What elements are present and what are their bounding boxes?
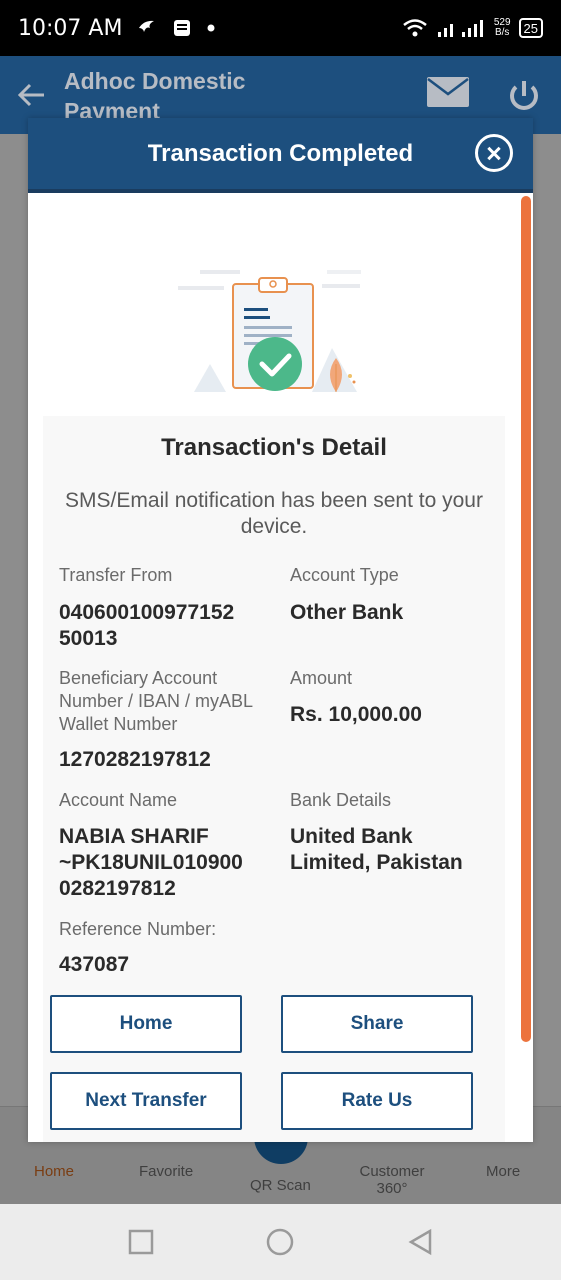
transfer-from-value: 040600100977152 50013 <box>59 601 235 650</box>
bank-details-label: Bank Details <box>290 790 392 810</box>
card-title: Transaction's Detail <box>161 434 387 461</box>
app-notification-icon <box>139 20 155 32</box>
transaction-detail-card: Transaction's Detail SMS/Email notificat… <box>43 416 505 1142</box>
home-circle-icon[interactable] <box>266 1228 294 1256</box>
nav-qr-scan[interactable]: QR Scan <box>250 1177 311 1194</box>
notification-message: SMS/Email notification has been sent to … <box>65 489 483 538</box>
reference-number-label: Reference Number: <box>59 919 217 939</box>
account-type-label: Account Type <box>290 565 399 585</box>
account-type-value: Other Bank <box>290 601 404 624</box>
rate-us-button[interactable]: Rate Us <box>281 1072 473 1130</box>
close-icon[interactable] <box>475 134 513 172</box>
amount-label: Amount <box>290 668 353 688</box>
network-speed: 529 B/s <box>493 17 511 38</box>
transaction-success-illustration <box>178 270 361 392</box>
account-name-value: NABIA SHARIF ~PK18UNIL010900 0282197812 <box>59 825 243 900</box>
back-arrow-icon[interactable] <box>14 78 48 112</box>
home-button[interactable]: Home <box>50 995 242 1053</box>
transaction-completed-dialog: Transaction Completed Transaction's Deta… <box>28 118 533 1142</box>
scrollbar[interactable] <box>521 196 531 1042</box>
power-icon[interactable] <box>506 78 542 114</box>
status-bar: 10:07 AM 529 B/s 25 <box>0 0 561 56</box>
bank-details-value: United Bank Limited, Pakistan <box>290 825 463 874</box>
nav-customer-360[interactable]: Customer 360° <box>356 1163 428 1197</box>
reference-number-value: 437087 <box>59 953 130 976</box>
dialog-header: Transaction Completed <box>28 118 533 193</box>
beneficiary-label: Beneficiary Account Number / IBAN / myAB… <box>59 668 253 734</box>
recent-apps-icon[interactable] <box>127 1228 155 1256</box>
message-notification-icon <box>174 20 191 36</box>
nav-more[interactable]: More <box>486 1163 520 1180</box>
dot-icon <box>207 24 215 32</box>
back-triangle-icon[interactable] <box>406 1228 434 1256</box>
status-time: 10:07 AM <box>18 15 123 41</box>
transfer-from-label: Transfer From <box>59 565 173 585</box>
system-navigation-bar <box>0 1204 561 1280</box>
nav-favorite[interactable]: Favorite <box>139 1163 193 1180</box>
mail-icon[interactable] <box>426 76 470 108</box>
amount-value: Rs. 10,000.00 <box>290 703 422 726</box>
dialog-title: Transaction Completed <box>147 139 414 167</box>
share-button[interactable]: Share <box>281 995 473 1053</box>
wifi-icon <box>403 19 427 37</box>
nav-home[interactable]: Home <box>34 1163 74 1180</box>
battery-indicator: 25 <box>518 18 543 38</box>
signal-icon <box>437 20 483 37</box>
beneficiary-value: 1270282197812 <box>59 748 211 771</box>
page-title: Adhoc Domestic Payment <box>64 68 246 124</box>
account-name-label: Account Name <box>59 790 178 810</box>
next-transfer-button[interactable]: Next Transfer <box>50 1072 242 1130</box>
